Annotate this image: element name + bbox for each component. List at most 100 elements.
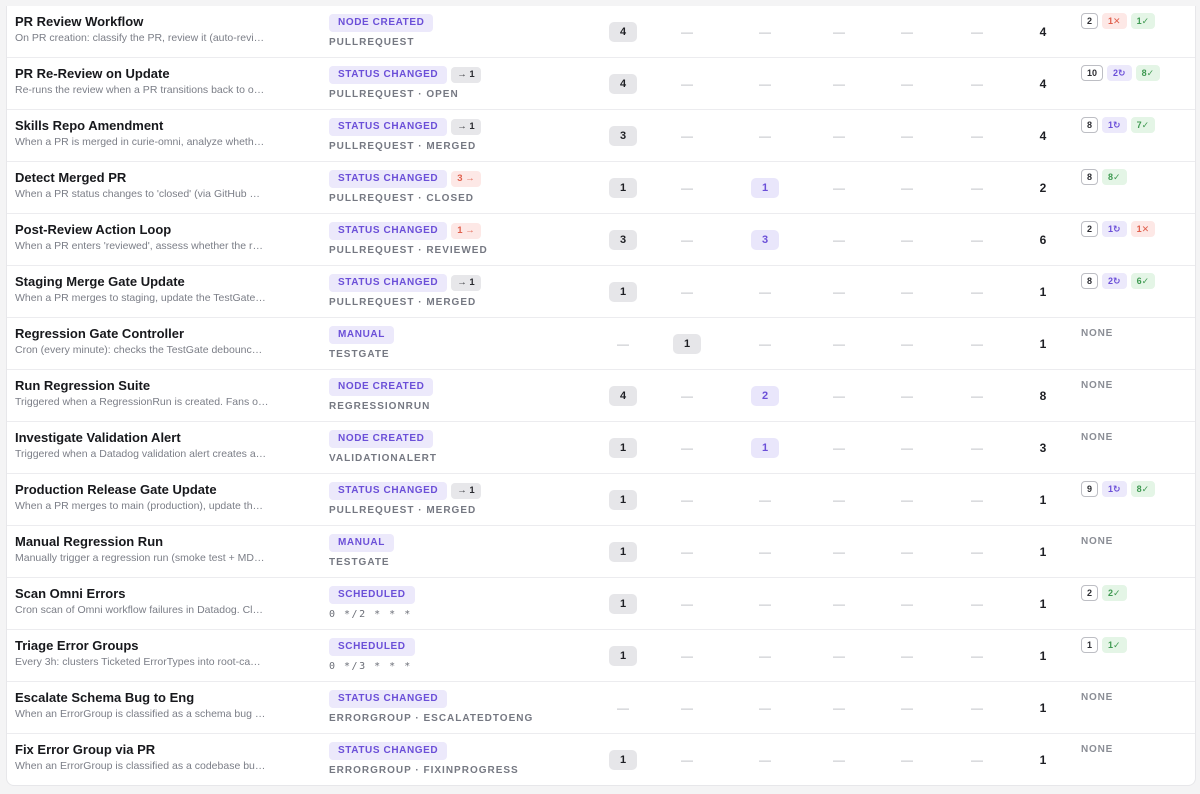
- run-status-pill[interactable]: 8✓: [1130, 481, 1156, 497]
- total-count: 1: [1039, 649, 1047, 663]
- empty-dash: —: [681, 753, 693, 767]
- trigger-scope: PULLREQUEST · CLOSED: [329, 193, 475, 204]
- empty-dash: —: [759, 25, 771, 39]
- workflow-row[interactable]: Run Regression Suite Triggered when a Reg…: [7, 370, 1195, 422]
- trigger-type-badge: STATUS CHANGED: [329, 170, 448, 188]
- workflow-row[interactable]: PR Review Workflow On PR creation: classi…: [7, 6, 1195, 58]
- workflow-name-cell: Triage Error Groups Every 3h: clusters Ti…: [15, 630, 315, 682]
- run-status-pill[interactable]: 1✓: [1130, 13, 1156, 29]
- runs-cell: 2 1✕ 1✓: [1081, 6, 1193, 58]
- workflow-name[interactable]: Triage Error Groups: [15, 638, 139, 653]
- count-cell: —: [819, 630, 859, 682]
- run-status-pill[interactable]: 1↻: [1102, 481, 1127, 497]
- workflow-row[interactable]: Triage Error Groups Every 3h: clusters Ti…: [7, 630, 1195, 682]
- workflow-name[interactable]: Staging Merge Gate Update: [15, 274, 185, 289]
- empty-dash: —: [759, 597, 771, 611]
- workflow-name[interactable]: Manual Regression Run: [15, 534, 163, 549]
- empty-dash: —: [901, 441, 913, 455]
- no-runs-label: NONE: [1081, 744, 1114, 755]
- count-badge: 1: [673, 334, 701, 354]
- count-cell: —: [887, 162, 927, 214]
- empty-dash: —: [971, 337, 983, 351]
- count-cell: —: [957, 162, 997, 214]
- count-cell: —: [667, 422, 707, 474]
- run-status-pill[interactable]: 9: [1081, 481, 1099, 497]
- run-status-pill[interactable]: 8✓: [1135, 65, 1161, 81]
- empty-dash: —: [901, 25, 913, 39]
- empty-dash: —: [681, 233, 693, 247]
- count-cell: —: [667, 682, 707, 734]
- run-status-pill[interactable]: 2: [1081, 221, 1099, 237]
- workflow-row[interactable]: PR Re-Review on Update Re-runs the review…: [7, 58, 1195, 110]
- workflow-name[interactable]: Scan Omni Errors: [15, 586, 126, 601]
- workflow-name[interactable]: Escalate Schema Bug to Eng: [15, 690, 194, 705]
- workflow-name[interactable]: PR Review Workflow: [15, 14, 143, 29]
- run-status-pill[interactable]: 1✓: [1102, 637, 1127, 653]
- empty-dash: —: [681, 701, 693, 715]
- run-status-pill[interactable]: 2↻: [1102, 273, 1127, 289]
- workflow-name[interactable]: PR Re-Review on Update: [15, 66, 170, 81]
- count-cell: —: [887, 734, 927, 785]
- workflow-row[interactable]: Manual Regression Run Manually trigger a …: [7, 526, 1195, 578]
- count-cell: —: [957, 110, 997, 162]
- workflow-name[interactable]: Skills Repo Amendment: [15, 118, 163, 133]
- workflow-name[interactable]: Fix Error Group via PR: [15, 742, 155, 757]
- runs-cell: NONE: [1081, 318, 1193, 370]
- count-cell: 1: [745, 422, 785, 474]
- empty-dash: —: [833, 25, 845, 39]
- workflow-name[interactable]: Post-Review Action Loop: [15, 222, 171, 237]
- count-cell: —: [667, 630, 707, 682]
- total-count: 1: [1039, 337, 1047, 351]
- workflow-name[interactable]: Detect Merged PR: [15, 170, 126, 185]
- workflow-row[interactable]: Escalate Schema Bug to Eng When an ErrorG…: [7, 682, 1195, 734]
- empty-dash: —: [971, 493, 983, 507]
- workflow-row[interactable]: Post-Review Action Loop When a PR enters …: [7, 214, 1195, 266]
- count-cell: 1: [603, 422, 643, 474]
- run-status-pill[interactable]: 8✓: [1102, 169, 1127, 185]
- run-status-pill[interactable]: 7✓: [1130, 117, 1156, 133]
- run-status-pill[interactable]: 1✕: [1102, 13, 1127, 29]
- workflow-name-cell: Detect Merged PR When a PR status changes…: [15, 162, 315, 214]
- count-cell: —: [957, 578, 997, 630]
- empty-dash: —: [833, 649, 845, 663]
- count-cell: 1: [603, 734, 643, 785]
- workflow-name[interactable]: Production Release Gate Update: [15, 482, 217, 497]
- workflow-name[interactable]: Investigate Validation Alert: [15, 430, 181, 445]
- trigger-cell: SCHEDULED 0 */2 * * *: [329, 578, 589, 630]
- run-status-pill[interactable]: 1↻: [1102, 221, 1127, 237]
- runs-cell: NONE: [1081, 370, 1193, 422]
- count-cell: —: [667, 474, 707, 526]
- trigger-type-badge: NODE CREATED: [329, 14, 434, 32]
- run-status-pill[interactable]: 8: [1081, 117, 1099, 133]
- workflow-name[interactable]: Run Regression Suite: [15, 378, 150, 393]
- workflow-row[interactable]: Regression Gate Controller Cron (every mi…: [7, 318, 1195, 370]
- run-status-pill[interactable]: 1✕: [1130, 221, 1156, 237]
- trigger-type-badge: NODE CREATED: [329, 430, 434, 448]
- workflow-row[interactable]: Skills Repo Amendment When a PR is merged…: [7, 110, 1195, 162]
- run-status-pill[interactable]: 6✓: [1130, 273, 1156, 289]
- workflow-row[interactable]: Production Release Gate Update When a PR …: [7, 474, 1195, 526]
- trigger-type-badge: MANUAL: [329, 326, 394, 344]
- count-cell: —: [819, 214, 859, 266]
- run-status-pill[interactable]: 8: [1081, 273, 1099, 289]
- run-status-pill[interactable]: 2: [1081, 13, 1099, 29]
- run-status-pill[interactable]: 10: [1081, 65, 1104, 81]
- workflow-row[interactable]: Fix Error Group via PR When an ErrorGroup…: [7, 734, 1195, 785]
- workflow-row[interactable]: Investigate Validation Alert Triggered wh…: [7, 422, 1195, 474]
- run-status-pill[interactable]: 8: [1081, 169, 1099, 185]
- run-status-pill[interactable]: 2↻: [1107, 65, 1132, 81]
- run-status-pill[interactable]: 2: [1081, 585, 1099, 601]
- run-status-pill[interactable]: 1: [1081, 637, 1099, 653]
- workflow-row[interactable]: Scan Omni Errors Cron scan of Omni workfl…: [7, 578, 1195, 630]
- trigger-type-badge: STATUS CHANGED: [329, 482, 448, 500]
- workflow-name[interactable]: Regression Gate Controller: [15, 326, 184, 341]
- workflow-name-cell: Scan Omni Errors Cron scan of Omni workfl…: [15, 578, 315, 630]
- empty-dash: —: [971, 25, 983, 39]
- trigger-scope: TESTGATE: [329, 349, 390, 360]
- trigger-scope: VALIDATIONALERT: [329, 453, 437, 464]
- workflow-description: When a PR merges to main (production), u…: [15, 500, 264, 512]
- workflow-row[interactable]: Detect Merged PR When a PR status changes…: [7, 162, 1195, 214]
- run-status-pill[interactable]: 2✓: [1102, 585, 1127, 601]
- run-status-pill[interactable]: 1↻: [1102, 117, 1127, 133]
- workflow-row[interactable]: Staging Merge Gate Update When a PR merge…: [7, 266, 1195, 318]
